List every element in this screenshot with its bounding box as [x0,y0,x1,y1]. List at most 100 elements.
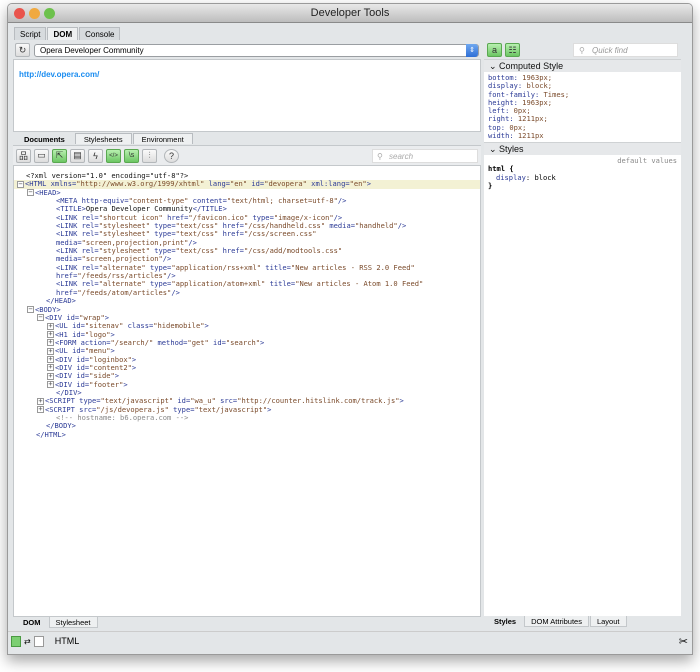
tag: > [123,379,128,389]
tab-environment[interactable]: Environment [132,133,193,144]
document-select[interactable]: Opera Developer Community ⇕ [34,43,479,57]
dom-source-view[interactable]: <?xml version="1.0" encoding="utf-8"?> − <… [13,165,481,617]
export-icon[interactable]: ▭ [34,148,49,163]
expand-icon[interactable]: + [37,397,44,405]
code-line[interactable]: + <DIV id="footer"> [14,379,480,389]
document-url-link[interactable]: http://dev.opera.com/ [19,70,99,79]
attr-value: "application/rss+xml" [171,262,266,272]
tab-styles[interactable]: Styles [487,616,524,627]
attr-value: "text/javascript" [194,404,268,414]
expand-icon[interactable]: + [47,339,54,347]
status-text: HTML [54,636,80,646]
attr-name: method= [157,337,188,347]
expand-icon[interactable]: + [47,322,54,330]
expand-icon[interactable]: + [47,372,54,380]
tab-bottom-dom[interactable]: DOM [16,617,48,628]
code-line[interactable]: href="/feeds/atom/articles"/> [14,287,480,297]
attr-value: "en" [349,179,367,189]
swap-icon[interactable]: ⇄ [24,637,31,646]
code-line[interactable]: </BODY> [14,422,480,430]
attr-value: "/css/add/modtools.css" [243,246,343,256]
attr-value: "get" [187,337,214,347]
rule-close: } [488,180,493,190]
attr-value: "en" [230,179,252,189]
inspect-icon[interactable] [33,635,44,647]
expand-icon[interactable]: + [47,347,54,355]
highlight-icon[interactable]: ▤ [70,148,85,163]
tag: </HTML> [36,429,66,439]
close-button[interactable] [14,8,25,19]
property-value: 1211px [517,131,544,141]
expand-icon[interactable]: + [47,331,54,339]
tag: > [260,337,265,347]
tab-dom-attributes[interactable]: DOM Attributes [524,616,589,627]
attr-name: href= [222,246,244,256]
default-values-label: default values [617,156,677,165]
attr-value: "devopera" [264,179,312,189]
tag: > [204,321,209,331]
tab-documents[interactable]: Documents [15,133,74,144]
select-element-icon[interactable]: ⇱ [52,148,67,163]
attr-value: "New articles - RSS 2.0 Feed" [290,262,415,272]
styles-header[interactable]: ⌄ Styles [484,142,681,155]
dom-panel: ↻ Opera Developer Community ⇕ http://dev.… [13,41,481,631]
computed-style-header[interactable]: ⌄ Computed Style [484,59,681,72]
tools-icon[interactable]: ✂ [679,635,688,648]
tag: /> [397,221,407,231]
minimize-button[interactable] [29,8,40,19]
rule-property: display [496,172,526,182]
collapse-icon[interactable]: − [27,306,34,313]
tag: > [131,362,137,372]
reload-icon[interactable]: ↻ [15,43,30,57]
attr-name: media= [329,221,355,231]
developer-tools-window: Developer Tools Script DOM Console ↻ Ope… [7,3,693,655]
zoom-button[interactable] [44,8,55,19]
attr-value: "/search/" [110,337,158,347]
settings-toggle-icon[interactable]: ☷ [505,43,520,57]
tab-bottom-stylesheet[interactable]: Stylesheet [48,617,98,628]
expand-icon[interactable]: + [37,406,44,414]
expand-icon[interactable]: + [47,381,54,389]
chevron-down-icon: ⌄ [489,61,500,71]
code-line[interactable]: </HEAD> [14,296,480,305]
dock-icon[interactable] [11,635,21,647]
collapse-icon[interactable]: − [27,189,34,197]
tab-dom[interactable]: DOM [47,27,79,40]
attr-value: "New articles - Atom 1.0 Feed" [295,279,424,289]
markup-view-icon[interactable]: </> [106,148,121,163]
attr-name: href= [222,229,244,239]
whitespace-icon[interactable]: \s [124,148,139,163]
tag: /> [171,287,180,297]
dom-tree-icon[interactable]: 品 [16,148,31,163]
expand-icon[interactable]: + [47,356,54,364]
attr-value: "search" [225,337,261,347]
tab-script[interactable]: Script [14,27,47,40]
dom-toolbar: 品 ▭ ⇱ ▤ ϟ </> \s ⫶ ? search [13,145,481,165]
title-bar: Developer Tools [8,4,692,23]
expand-icon[interactable]: + [47,364,54,372]
attr-value: "application/atom+xml" [171,279,270,289]
document-select-value: Opera Developer Community [40,45,144,55]
attr-name: title= [269,279,296,289]
code-line[interactable]: <!-- hostname: b6.opera.com --> [14,413,480,422]
tab-layout[interactable]: Layout [589,616,627,627]
rule-value: block [534,172,556,182]
help-icon[interactable]: ? [164,148,179,163]
attr-name: xml:lang= [311,179,350,189]
code-line[interactable]: − <HTML xmlns="http://www.w3.org/1999/xht… [14,179,480,189]
text-view-icon[interactable]: a [487,43,502,57]
dom-search-input[interactable]: search [372,148,478,163]
code-line[interactable]: </HTML> [14,429,480,439]
window-title: Developer Tools [310,7,390,19]
tree-style-icon[interactable]: ⫶ [142,148,157,163]
collapse-icon[interactable]: − [37,314,44,322]
tab-stylesheets[interactable]: Stylesheets [74,133,132,144]
quick-find-input[interactable]: Quick find [573,43,678,57]
collapse-icon[interactable]: − [17,180,24,188]
attr-value: "text/html; charset=utf-8" [226,196,338,206]
tab-console[interactable]: Console [79,27,121,40]
lightning-icon[interactable]: ϟ [88,148,103,163]
status-bar: ⇄ HTML ✂ [8,631,692,650]
attr-value: "http://www.w3.org/1999/xhtml" [76,179,209,189]
attr-value: "handheld" [355,221,398,231]
